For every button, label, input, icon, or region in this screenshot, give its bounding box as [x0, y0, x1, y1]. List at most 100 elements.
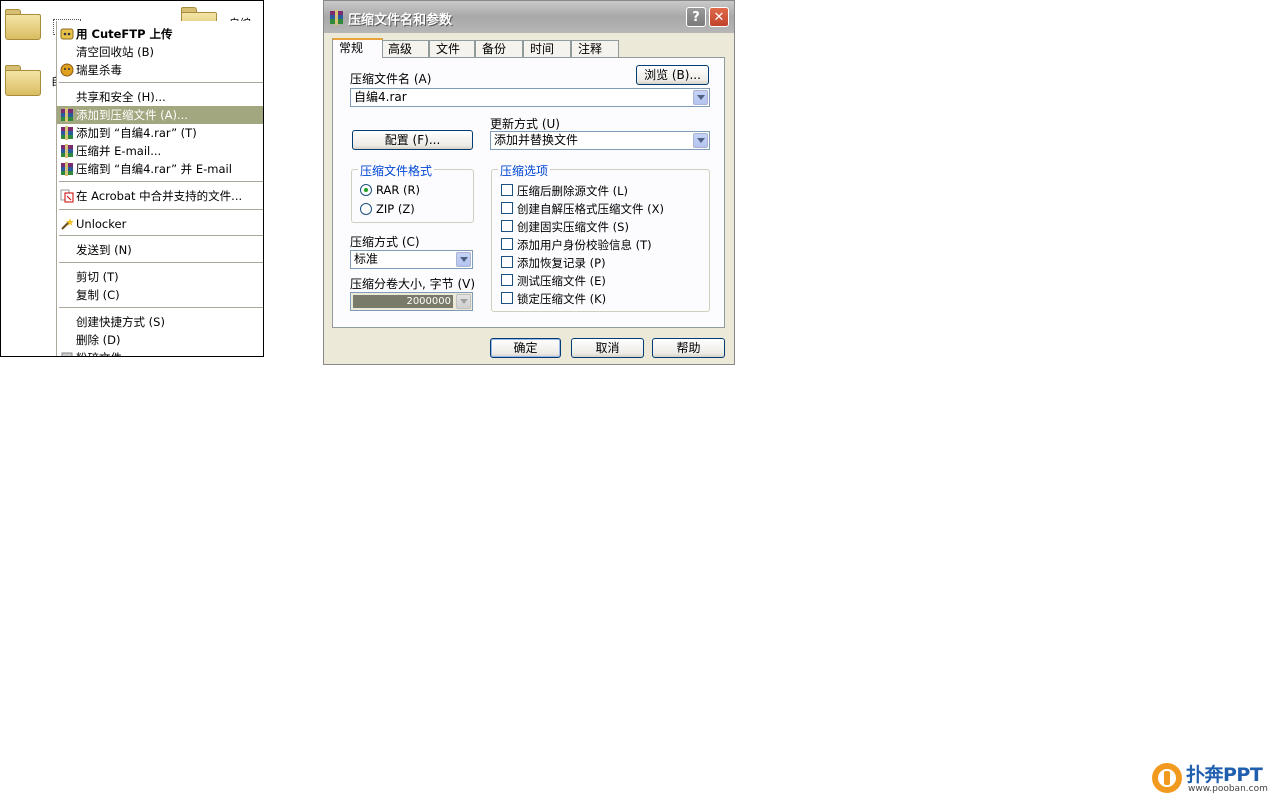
explorer-window: 自编 自编 用 CuteFTP 上传清空回收站 (B)瑞星杀毒共享和安全 (H)…: [0, 0, 264, 357]
zip-label: ZIP (Z): [376, 202, 415, 216]
context-menu-item-label: 剪切 (T): [76, 270, 119, 284]
context-menu-item[interactable]: 清空回收站 (B): [57, 43, 263, 61]
context-menu-item[interactable]: 发送到 (N): [57, 241, 263, 259]
pooban-logo-icon: [1152, 763, 1182, 793]
context-menu-item[interactable]: 压缩到 “自编4.rar” 并 E-mail: [57, 160, 263, 178]
volume-size-label: 压缩分卷大小, 字节 (V): [350, 277, 476, 291]
option-label: 添加恢复记录 (P): [517, 256, 606, 270]
rar-radio[interactable]: [360, 184, 372, 196]
menu-separator: [59, 82, 263, 83]
context-menu-item-label: 压缩到 “自编4.rar” 并 E-mail: [76, 162, 232, 176]
dialog-title: 压缩文件名和参数: [348, 13, 453, 28]
menu-separator: [59, 262, 263, 263]
chevron-down-icon[interactable]: [693, 133, 708, 148]
option-label: 创建自解压格式压缩文件 (X): [517, 202, 665, 216]
folder-icon[interactable]: [5, 9, 41, 40]
option-checkbox[interactable]: [501, 292, 513, 304]
context-menu-item-label: 发送到 (N): [76, 243, 132, 257]
context-menu-item-label: 删除 (D): [76, 333, 121, 347]
browse-button[interactable]: 浏览 (B)...: [636, 65, 709, 85]
method-label: 压缩方式 (C): [350, 235, 420, 249]
option-checkbox[interactable]: [501, 220, 513, 232]
tab-time[interactable]: 时间: [523, 40, 571, 57]
context-menu-item[interactable]: 压缩并 E-mail...: [57, 142, 263, 160]
option-label: 添加用户身份校验信息 (T): [517, 238, 652, 252]
archive-dialog: 压缩文件名和参数 ? ✕ 常规 高级 文件 备份 时间 注释 压缩文件名 (A)…: [323, 0, 735, 365]
shred-icon: [60, 351, 74, 356]
rar-label: RAR (R): [376, 183, 421, 197]
option-checkbox[interactable]: [501, 202, 513, 214]
update-mode-label: 更新方式 (U): [490, 117, 560, 131]
winrar-icon: [60, 162, 74, 176]
menu-separator: [59, 307, 263, 308]
context-menu-item-label: 用 CuteFTP 上传: [76, 27, 173, 41]
context-menu-item[interactable]: 添加到 “自编4.rar” (T): [57, 124, 263, 142]
menu-separator: [59, 235, 263, 236]
context-menu-item-label: 清空回收站 (B): [76, 45, 155, 59]
logo-brand: 扑奔PPT: [1186, 764, 1263, 786]
context-menu-item-label: 添加到 “自编4.rar” (T): [76, 126, 197, 140]
update-mode-value: 添加并替换文件: [494, 133, 579, 147]
context-menu-item-label: Unlocker: [76, 217, 127, 231]
option-label: 锁定压缩文件 (K): [517, 292, 607, 306]
context-menu-item-label: 共享和安全 (H)...: [76, 90, 166, 104]
archive-options-group: 压缩选项 压缩后删除源文件 (L) 创建自解压格式压缩文件 (X) 创建固实压缩文件…: [491, 162, 710, 312]
option-checkbox[interactable]: [501, 238, 513, 250]
unlocker-wand-icon: [60, 217, 74, 231]
tab-comment[interactable]: 注释: [571, 40, 619, 57]
cuteftp-icon: [60, 27, 74, 41]
zip-radio[interactable]: [360, 203, 372, 215]
menu-separator: [59, 209, 263, 210]
archive-name-combo[interactable]: 自编4.rar: [350, 88, 710, 107]
context-menu-item[interactable]: 创建快捷方式 (S): [57, 313, 263, 331]
context-menu-item[interactable]: Unlocker: [57, 215, 263, 233]
option-checkbox[interactable]: [501, 274, 513, 286]
context-menu-item-label: 添加到压缩文件 (A)...: [76, 108, 188, 122]
winrar-icon: [60, 108, 74, 122]
volume-size-value: 2000000: [353, 295, 453, 308]
winrar-icon: [330, 10, 343, 25]
help-button[interactable]: 帮助: [652, 338, 725, 358]
context-menu-item[interactable]: 删除 (D): [57, 331, 263, 349]
context-menu-item[interactable]: 剪切 (T): [57, 268, 263, 286]
volume-size-combo[interactable]: 2000000: [350, 292, 473, 311]
folder-icon[interactable]: [5, 65, 41, 96]
chevron-down-icon[interactable]: [456, 252, 471, 267]
option-checkbox[interactable]: [501, 184, 513, 196]
profiles-button[interactable]: 配置 (F)...: [352, 130, 473, 150]
context-menu-item[interactable]: 瑞星杀毒: [57, 61, 263, 79]
option-label: 创建固实压缩文件 (S): [517, 220, 629, 234]
method-value: 标准: [354, 252, 379, 266]
context-menu-item[interactable]: 用 CuteFTP 上传: [57, 25, 263, 43]
method-combo[interactable]: 标准: [350, 250, 473, 269]
winrar-icon: [60, 126, 74, 140]
context-menu-item[interactable]: 在 Acrobat 中合并支持的文件...: [57, 187, 263, 205]
close-button[interactable]: ✕: [709, 7, 729, 27]
tab-files[interactable]: 文件: [429, 40, 475, 57]
archive-name-label: 压缩文件名 (A): [350, 72, 432, 86]
context-menu-item-label: 在 Acrobat 中合并支持的文件...: [76, 189, 243, 203]
help-title-button[interactable]: ?: [686, 7, 706, 27]
winrar-icon: [60, 144, 74, 158]
cancel-button[interactable]: 取消: [571, 338, 644, 358]
context-menu-item[interactable]: 粉碎文件: [57, 349, 263, 356]
archive-name-value: 自编4.rar: [354, 90, 407, 104]
menu-separator: [59, 181, 263, 182]
rising-antivirus-icon: [60, 63, 74, 77]
tab-general[interactable]: 常规: [332, 38, 383, 58]
update-mode-combo[interactable]: 添加并替换文件: [490, 131, 710, 150]
option-label: 测试压缩文件 (E): [517, 274, 606, 288]
context-menu-item[interactable]: 添加到压缩文件 (A)...: [57, 106, 263, 124]
tab-backup[interactable]: 备份: [475, 40, 523, 57]
archive-format-title: 压缩文件格式: [358, 162, 435, 179]
ok-button[interactable]: 确定: [490, 338, 561, 358]
dialog-titlebar[interactable]: 压缩文件名和参数 ? ✕: [324, 1, 734, 33]
chevron-down-icon[interactable]: [693, 90, 708, 105]
context-menu-item-label: 压缩并 E-mail...: [76, 144, 162, 158]
tab-advanced[interactable]: 高级: [381, 40, 429, 57]
context-menu-item[interactable]: 复制 (C): [57, 286, 263, 304]
option-checkbox[interactable]: [501, 256, 513, 268]
archive-options-title: 压缩选项: [498, 162, 551, 179]
context-menu-item[interactable]: 共享和安全 (H)...: [57, 88, 263, 106]
chevron-down-icon[interactable]: [456, 294, 471, 309]
